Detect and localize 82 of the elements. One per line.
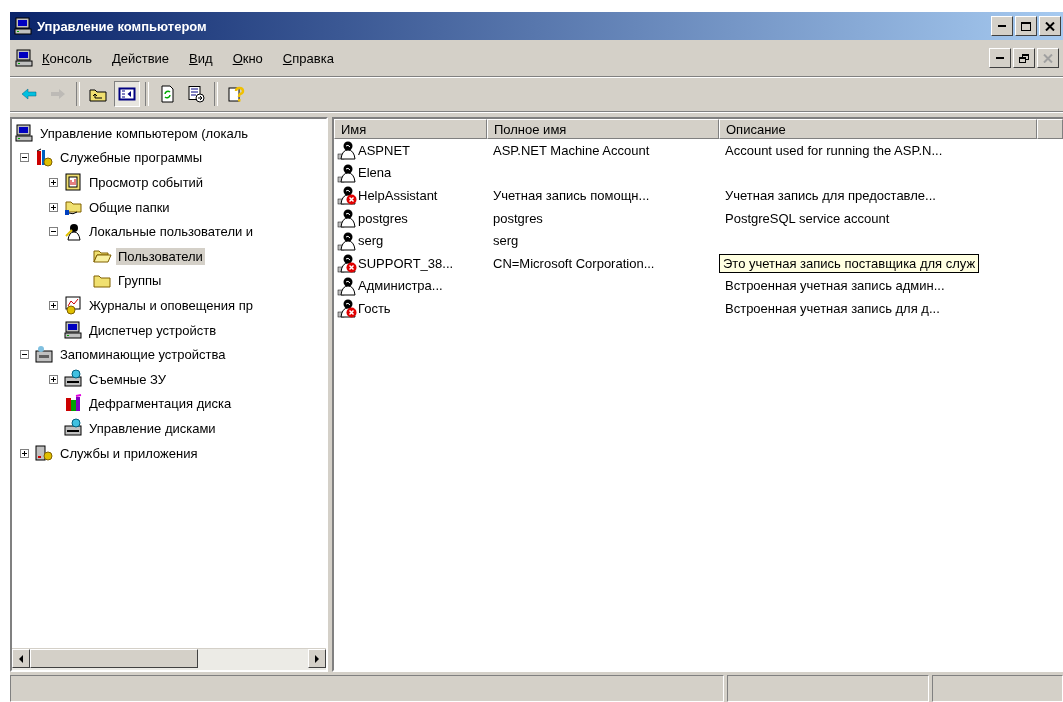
user-name[interactable]: Elena (358, 165, 392, 181)
tree-item[interactable]: Локальные пользователи и (87, 223, 256, 241)
storage-icon (34, 344, 54, 365)
help-icon[interactable] (227, 85, 245, 103)
table-cell-text: CN=Microsoft Corporation... (492, 255, 656, 271)
tree-item[interactable]: Дефрагментация диска (87, 395, 234, 413)
column-header[interactable]: Описание (719, 119, 1037, 139)
scrollbar-thumb[interactable] (30, 649, 198, 668)
disk-drive-icon (63, 369, 83, 390)
list-export-icon[interactable] (187, 85, 205, 103)
expand-icon[interactable] (49, 202, 58, 212)
computer-icon (13, 16, 33, 36)
table-cell-text: serg (492, 233, 520, 249)
minimize-icon (998, 25, 1006, 27)
table-cell-text: PostgreSQL service account (724, 210, 891, 226)
scroll-right-button[interactable] (308, 649, 326, 668)
table-cell-text: Account used for running the ASP.N... (724, 142, 944, 158)
computer-icon (63, 320, 83, 341)
menu-item[interactable]: Консоль (40, 48, 94, 68)
user-name[interactable]: Администра... (358, 278, 443, 294)
tree-item[interactable]: Диспетчер устройств (87, 321, 219, 339)
tree-item[interactable]: Запоминающие устройства (58, 346, 228, 364)
menu-item[interactable]: Вид (187, 48, 215, 68)
collapse-icon[interactable] (20, 350, 29, 360)
tree-item[interactable]: Просмотр событий (87, 174, 206, 191)
tree-item[interactable]: Журналы и оповещения пр (87, 296, 255, 314)
column-header[interactable]: Имя (334, 119, 487, 139)
maximize-button[interactable] (1015, 16, 1037, 36)
tree-item[interactable]: Служебные программы (58, 149, 205, 167)
defrag-icon (63, 393, 83, 414)
minimize-button[interactable] (991, 16, 1013, 36)
menu-item[interactable]: Окно (230, 48, 265, 68)
close-button[interactable] (1039, 16, 1061, 36)
panel-toggle-icon[interactable] (118, 85, 136, 103)
user-name[interactable]: ASPNET (358, 142, 410, 158)
table-cell-text: Встроенная учетная запись для д... (724, 300, 941, 316)
tree-item[interactable]: Управление дисками (87, 419, 218, 437)
restore-icon (1019, 53, 1029, 63)
close-icon (1043, 53, 1053, 63)
restore-button[interactable] (1013, 48, 1035, 68)
scroll-left-button[interactable] (12, 649, 30, 668)
user-name[interactable]: serg (358, 233, 384, 249)
chart-icon (63, 295, 83, 316)
table-cell-text: postgres (492, 210, 544, 226)
window-title: Управление компьютером (37, 18, 208, 34)
tree-item[interactable]: Съемные ЗУ (87, 370, 168, 388)
refresh-icon[interactable] (158, 85, 176, 103)
minimize-icon (996, 57, 1004, 59)
collapse-icon[interactable] (49, 227, 58, 237)
menu-item[interactable]: Действие (109, 48, 172, 68)
user-name[interactable]: postgres (358, 210, 408, 226)
tree-item[interactable]: Службы и приложения (58, 444, 200, 462)
computer-icon (14, 48, 34, 68)
log-viewer-icon (63, 172, 83, 193)
expand-icon[interactable] (49, 374, 58, 384)
scrollbar-track[interactable] (12, 648, 326, 670)
table-cell-text: Учетная запись помощн... (492, 188, 651, 203)
expand-icon[interactable] (49, 178, 58, 187)
tree-item[interactable]: Управление компьютером (локаль (38, 124, 251, 142)
table-cell-text: ASP.NET Machine Account (492, 142, 651, 158)
left-arrow-icon (18, 654, 24, 663)
maximize-icon (1021, 21, 1031, 31)
tools-icon (34, 147, 54, 168)
users-icon (63, 221, 83, 242)
expand-icon[interactable] (49, 300, 58, 310)
tooltip: Это учетная запись поставщика для служ (719, 253, 980, 273)
right-arrow-icon (314, 654, 320, 663)
column-header[interactable]: Полное имя (487, 119, 719, 139)
services-icon (34, 443, 54, 463)
tree-item[interactable]: Пользователи (116, 247, 205, 265)
disk-drive-icon (63, 418, 83, 439)
tree-item[interactable]: Общие папки (87, 198, 172, 216)
menu-item[interactable]: Справка (280, 48, 336, 68)
column-header[interactable] (1037, 119, 1063, 139)
computer-icon (14, 123, 34, 144)
minimize-button[interactable] (989, 48, 1011, 68)
tree-item[interactable]: Группы (116, 272, 164, 290)
collapse-icon[interactable] (20, 153, 29, 163)
table-cell-text: Встроенная учетная запись админ... (724, 278, 946, 294)
close-icon (1045, 21, 1055, 31)
expand-icon[interactable] (20, 448, 29, 458)
table-cell-text: Учетная запись для предоставле... (724, 188, 937, 203)
